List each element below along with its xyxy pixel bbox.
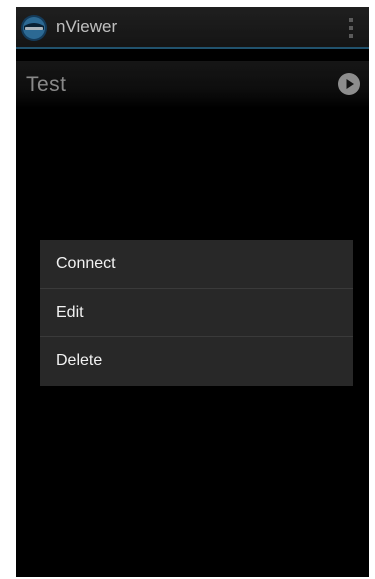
menu-item-connect[interactable]: Connect	[40, 240, 353, 288]
context-menu: Connect Edit Delete	[40, 240, 353, 386]
menu-item-edit[interactable]: Edit	[40, 288, 353, 336]
menu-item-delete[interactable]: Delete	[40, 336, 353, 384]
phone-screen: nViewer Test Connect Edit Delete	[16, 7, 369, 577]
